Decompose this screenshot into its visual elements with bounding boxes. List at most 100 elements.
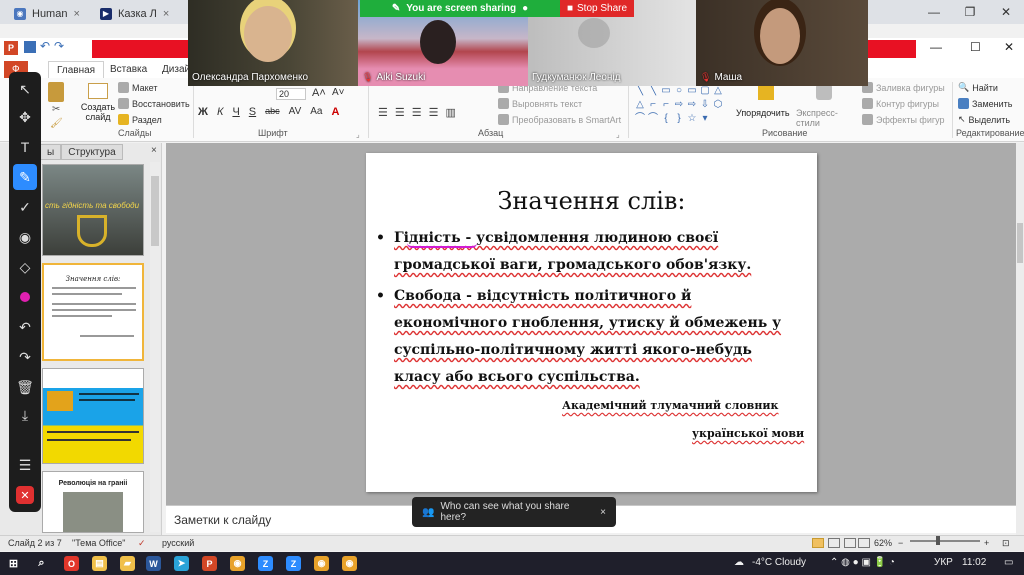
chrome-icon[interactable]: ◉ [342,556,357,571]
underline-button[interactable]: Ч [232,106,239,118]
strike-abc-button[interactable]: abc [265,106,280,118]
folder-icon[interactable]: ▰ [120,556,135,571]
spellcheck-icon[interactable]: ✓ [138,538,146,549]
language-indicator[interactable]: УКР [934,557,953,568]
close-icon[interactable]: × [163,8,169,20]
font-color-icon[interactable]: A [331,106,339,118]
window-restore-button[interactable]: ❐ [952,0,988,24]
paste-button[interactable] [48,82,64,102]
align-text-button[interactable]: Выровнять текст [498,98,582,109]
participant-tile-1[interactable]: Олександра Пархоменко [188,0,358,86]
zoom-level[interactable]: 62% [874,538,892,548]
scroll-thumb[interactable] [1017,223,1023,263]
sorter-view-icon[interactable] [828,538,840,548]
shape-effects-button[interactable]: Эффекты фигур [862,114,945,125]
weather-text[interactable]: -4°C Cloudy [752,557,806,568]
stop-share-button[interactable]: ■ Stop Share [560,0,634,17]
bullet-freedom[interactable]: Свобода - відсутність політичного й екон… [376,283,794,391]
zoom-slider[interactable] [910,536,980,545]
tab-slides[interactable]: ы [40,144,62,160]
windows-start-icon[interactable]: ⊞ [6,556,21,571]
chrome-icon[interactable]: ◉ [230,556,245,571]
language-indicator[interactable]: русский [162,538,194,548]
slide-thumbnail-4[interactable]: Революція на граніі [42,471,144,533]
align-left-icon[interactable]: ☰ [378,106,388,119]
save-icon[interactable] [24,41,36,53]
participant-tile-4[interactable]: 🎙 Маша [696,0,868,86]
tab-home[interactable]: Главная [48,61,105,78]
stamp-check-icon[interactable]: ✓ [9,194,41,220]
scroll-thumb[interactable] [151,176,159,246]
color-picker-icon[interactable] [9,284,41,310]
pen-icon[interactable]: ✎ [13,164,37,190]
trash-icon[interactable]: 🗑 [9,374,41,400]
powerpoint-icon[interactable]: P [202,556,217,571]
undo-icon[interactable]: ↶ [9,314,41,340]
source-dictionary[interactable]: Академічний тлумачний словник [562,399,778,412]
dialog-launcher-icon[interactable]: ⌟ [616,130,620,139]
zoom-in-button[interactable]: + [984,538,989,548]
chrome-icon[interactable]: ◉ [314,556,329,571]
justify-icon[interactable]: ☰ [429,106,439,119]
zoom-out-button[interactable]: − [898,538,903,548]
screen-sharing-banner[interactable]: ✎ You are screen sharing ● [360,0,560,17]
slide-thumbnail-1[interactable]: сть гідність та свободи [42,164,144,256]
italic-button[interactable]: К [217,106,223,118]
text-tool-icon[interactable]: T [9,134,41,160]
create-slide-button[interactable]: Создать слайд [80,80,116,128]
redo-icon[interactable]: ↷ [9,344,41,370]
opera-icon[interactable]: O [64,556,79,571]
window-minimize-button[interactable]: — [916,0,952,24]
fit-slide-icon[interactable]: ⊡ [1002,538,1010,549]
search-icon[interactable]: ⌕ [34,556,49,571]
source-language[interactable]: української мови [692,427,804,440]
save-download-icon[interactable]: ⤓ [9,402,41,428]
slide-title[interactable]: Значення слів: [366,187,817,215]
bold-button[interactable]: Ж [198,106,208,118]
close-icon[interactable]: × [600,507,606,518]
spacing-icon[interactable]: AV [289,106,302,118]
normal-view-icon[interactable] [812,538,824,548]
slide-thumbnail-2[interactable]: Значення слів: [42,263,144,361]
tab-outline[interactable]: Структура [61,144,123,160]
slide-thumbnail-3[interactable] [42,368,144,464]
clock[interactable]: 11:02 [962,557,986,568]
shape-fill-button[interactable]: Заливка фигуры [862,82,945,93]
brush-icon[interactable]: 🖌 [50,118,63,129]
format-painter-icon[interactable]: ✂ [52,104,60,115]
bullet-dignity[interactable]: Гідність - усвідомлення людиною своєї гр… [376,225,794,279]
find-button[interactable]: 🔍 Найти [958,82,998,93]
arrange-button[interactable]: Упорядочить [736,82,796,126]
undo-icon[interactable]: ↶ [40,39,50,53]
share-visibility-toast[interactable]: 👥 Who can see what you share here? × [412,497,616,527]
font-size-select[interactable]: 20 [276,88,306,100]
ppt-minimize-button[interactable]: — [930,40,942,54]
word-icon[interactable]: W [146,556,161,571]
slideshow-view-icon[interactable] [858,538,870,548]
zoom-icon[interactable]: Z [286,556,301,571]
dialog-launcher-icon[interactable]: ⌟ [356,130,360,139]
layout-button[interactable]: Макет [118,82,157,93]
columns-icon[interactable]: ▥ [446,106,456,119]
notifications-icon[interactable]: ▭ [1004,557,1013,568]
slide-canvas[interactable]: Значення слів: Гідність - усвідомлення л… [366,153,817,492]
menu-icon[interactable]: ☰ [9,452,41,478]
replace-button[interactable]: Заменить [958,98,1012,109]
mouse-pointer-icon[interactable]: ↖ [9,76,41,102]
section-button[interactable]: Раздел [118,114,162,125]
smartart-button[interactable]: Преобразовать в SmartArt [498,114,621,125]
shrink-font-icon[interactable]: A˅ [332,87,345,98]
quick-styles-button[interactable]: Экспресс-стили [796,82,856,128]
ppt-close-button[interactable]: ✕ [1004,40,1014,54]
move-icon[interactable]: ✥ [9,104,41,130]
browser-tab-human[interactable]: ◉ Human × [6,3,88,24]
close-icon[interactable]: × [73,8,79,20]
spotlight-icon[interactable]: ◉ [9,224,41,250]
strikethrough-button[interactable]: S [249,106,256,118]
grow-font-icon[interactable]: A˄ [312,87,326,99]
telegram-icon[interactable]: ➤ [174,556,189,571]
close-annotation-icon[interactable]: ✕ [9,482,41,508]
ppt-maximize-button[interactable]: ☐ [970,40,981,54]
case-icon[interactable]: Aa [310,106,322,118]
system-tray-icons[interactable]: ⌃ ◍ ● ▣ 🔋 ◔ [830,557,895,568]
